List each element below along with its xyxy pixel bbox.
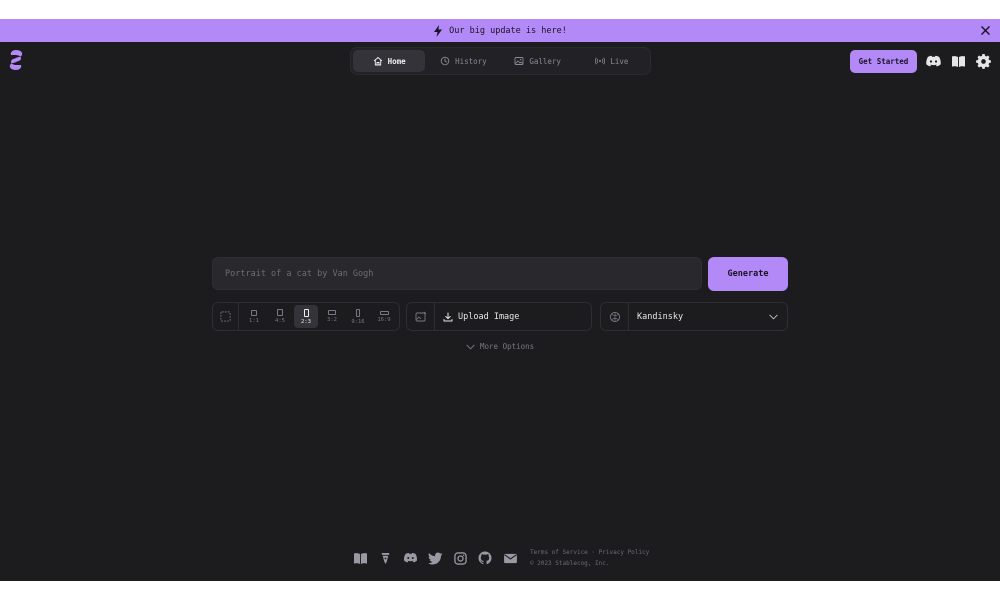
discord-footer-icon[interactable] (402, 550, 418, 566)
aspect-ratio-selector: 1:1 4:5 2:3 3:2 9:16 16:9 (212, 302, 400, 331)
mail-icon[interactable] (502, 550, 518, 566)
ratio-option-16-9[interactable]: 16:9 (372, 305, 396, 328)
upload-image-label: Upload Image (458, 311, 520, 322)
pen-nib-icon[interactable] (377, 550, 393, 566)
chevron-down-icon (759, 314, 787, 320)
app-window: Our big update is here! Home History Gal… (0, 19, 1000, 581)
navbar: Home History Gallery Live Get Started (0, 42, 1000, 80)
stablecog-logo-icon[interactable] (7, 49, 25, 71)
terms-link[interactable]: Terms of Service (530, 549, 588, 556)
model-icon (601, 303, 629, 330)
model-selected-label: Kandinsky (637, 311, 684, 322)
tab-history[interactable]: History (427, 50, 499, 72)
tab-live[interactable]: Live (576, 50, 648, 72)
download-icon (443, 312, 453, 321)
close-icon[interactable] (978, 23, 992, 37)
ratio-option-1-1[interactable]: 1:1 (242, 305, 266, 328)
ratio-option-4-5[interactable]: 4:5 (268, 305, 292, 328)
tab-history-label: History (455, 56, 487, 66)
generate-button[interactable]: Generate (708, 257, 788, 291)
tab-home[interactable]: Home (353, 50, 426, 72)
get-started-button[interactable]: Get Started (850, 50, 917, 73)
github-icon[interactable] (477, 550, 493, 566)
live-icon (595, 57, 606, 65)
privacy-link[interactable]: Privacy Policy (599, 549, 650, 556)
copyright-text: © 2023 Stablecog, Inc. (530, 560, 610, 567)
tab-gallery-label: Gallery (529, 56, 561, 66)
more-options-toggle[interactable]: More Options (466, 342, 534, 351)
history-icon (440, 56, 450, 66)
footer-legal: Terms of Service · Privacy Policy © 2023… (530, 547, 649, 569)
chevron-down-icon (466, 344, 475, 350)
ratio-option-9-16[interactable]: 9:16 (346, 305, 370, 328)
more-options-label: More Options (480, 342, 535, 351)
aspect-ratio-icon (213, 303, 239, 330)
image-edit-icon (407, 303, 435, 330)
book-icon[interactable] (949, 52, 967, 70)
announcement-banner[interactable]: Our big update is here! (0, 19, 1000, 42)
discord-icon[interactable] (924, 52, 942, 70)
gallery-icon (514, 57, 524, 65)
upload-image-button[interactable]: Upload Image (406, 302, 592, 331)
model-select[interactable]: Kandinsky (600, 302, 788, 331)
docs-book-icon[interactable] (352, 550, 368, 566)
ratio-option-2-3[interactable]: 2:3 (294, 305, 318, 328)
main-nav-tabs: Home History Gallery Live (350, 47, 651, 75)
ratio-option-3-2[interactable]: 3:2 (320, 305, 344, 328)
home-icon (373, 57, 382, 66)
generation-options: 1:1 4:5 2:3 3:2 9:16 16:9 Upload Image K… (212, 302, 788, 331)
lightning-icon (433, 24, 443, 37)
footer-separator: · (591, 549, 596, 556)
prompt-bar: Generate (212, 257, 788, 291)
tab-home-label: Home (387, 56, 406, 66)
footer: Terms of Service · Privacy Policy © 2023… (352, 547, 649, 569)
instagram-icon[interactable] (452, 550, 468, 566)
tab-gallery[interactable]: Gallery (502, 50, 574, 72)
twitter-icon[interactable] (427, 550, 443, 566)
banner-text: Our big update is here! (449, 25, 567, 36)
gear-icon[interactable] (974, 52, 992, 70)
tab-live-label: Live (610, 56, 629, 66)
prompt-input[interactable] (212, 257, 702, 290)
